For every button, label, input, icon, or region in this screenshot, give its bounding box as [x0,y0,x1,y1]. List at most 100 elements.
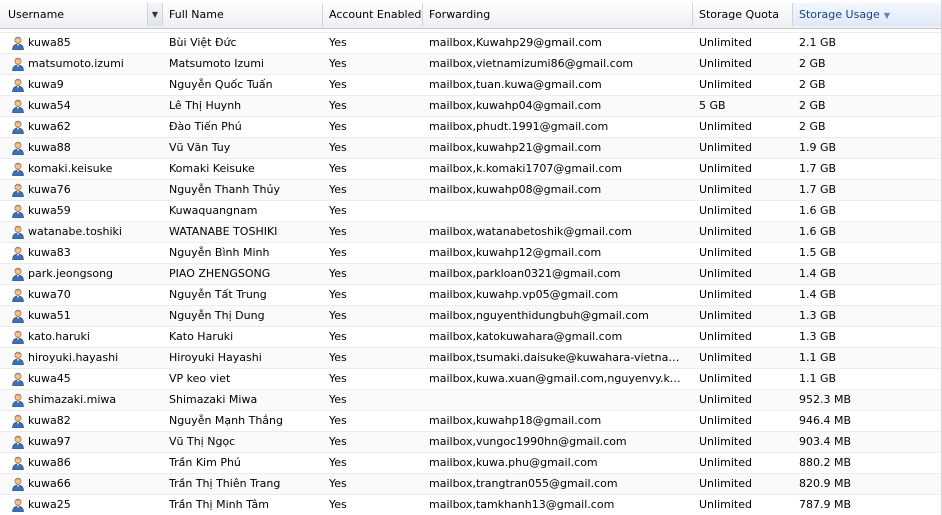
table-row[interactable]: komaki.keisuke Komaki Keisuke Yes mailbox,k… [0,159,942,180]
column-header-forwarding[interactable]: Forwarding [423,3,693,26]
cell-full-name: Nguyễn Bình Minh [169,246,270,259]
table-row[interactable]: kuwa86 Trần Kim Phú Yes mailbox,kuwa.phu@gm… [0,453,942,474]
cell-username: kuwa85 [28,36,71,49]
cell-forwarding: mailbox,kuwa.xuan@gmail.com,nguyenvy.kuw… [429,372,687,385]
cell-full-name: VP keo viet [169,372,231,385]
cell-enabled: Yes [329,372,347,385]
cell-quota: Unlimited [699,225,752,238]
cell-full-name: Kuwaquangnam [169,204,258,217]
cell-usage: 946.4 MB [799,414,852,427]
cell-enabled: Yes [329,498,347,511]
cell-full-name: Trần Thị Minh Tâm [169,498,269,511]
cell-quota: Unlimited [699,204,752,217]
user-icon [11,435,25,449]
cell-enabled: Yes [329,141,347,154]
cell-usage: 1.1 GB [799,372,837,385]
table-row[interactable]: matsumoto.izumi Matsumoto Izumi Yes mailbox… [0,54,942,75]
table-row[interactable]: kuwa82 Nguyễn Mạnh Thắng Yes mailbox,kuwahp… [0,411,942,432]
user-icon [11,246,25,260]
column-header-storage-usage[interactable]: Storage Usage ▼ [793,3,941,26]
user-icon [11,330,25,344]
cell-enabled: Yes [329,183,347,196]
cell-username: kuwa45 [28,372,71,385]
sort-descending-icon: ▼ [883,11,890,20]
cell-usage: 2 GB [799,57,826,70]
cell-usage: 1.9 GB [799,141,837,154]
cell-quota: Unlimited [699,57,752,70]
cell-usage: 1.4 GB [799,267,837,280]
cell-forwarding: mailbox,trangtran055@gmail.com [429,477,618,490]
table-row[interactable]: kuwa9 Nguyễn Quốc Tuấn Yes mailbox,tuan.kuw… [0,75,942,96]
table-row[interactable]: kuwa76 Nguyễn Thanh Thủy Yes mailbox,kuwahp… [0,180,942,201]
table-row[interactable]: kuwa66 Trần Thị Thiên Trang Yes mailbox,tra… [0,474,942,495]
column-header-full-name[interactable]: Full Name [163,3,323,26]
cell-username: shimazaki.miwa [28,393,117,406]
cell-forwarding: mailbox,kuwahp.vp05@gmail.com [429,288,619,301]
column-header-label: Storage Usage [799,8,880,21]
column-header-username[interactable]: Username ▼ [2,3,163,26]
cell-usage: 952.3 MB [799,393,852,406]
table-row[interactable]: kuwa88 Vũ Văn Tuy Yes mailbox,kuwahp21@gmai… [0,138,942,159]
cell-full-name: Nguyễn Quốc Tuấn [169,78,273,91]
cell-enabled: Yes [329,267,347,280]
cell-full-name: Nguyễn Thị Dung [169,309,265,322]
cell-full-name: Nguyễn Tất Trung [169,288,267,301]
cell-full-name: Vũ Thị Ngọc [169,435,236,448]
cell-forwarding: mailbox,tsumaki.daisuke@kuwahara-vietnam… [429,351,687,364]
table-row[interactable]: kuwa45 VP keo viet Yes mailbox,kuwa.xuan@gm… [0,369,942,390]
cell-forwarding: mailbox,tamkhanh13@gmail.com [429,498,615,511]
table-row[interactable]: kuwa70 Nguyễn Tất Trung Yes mailbox,kuwahp.… [0,285,942,306]
user-icon [11,36,25,50]
table-row[interactable]: watanabe.toshiki WATANABE TOSHIKI Yes mailb… [0,222,942,243]
table-row[interactable]: shimazaki.miwa Shimazaki Miwa Yes Unlimited… [0,390,942,411]
table-row[interactable]: kuwa25 Trần Thị Minh Tâm Yes mailbox,tamkha… [0,495,942,515]
user-icon [11,498,25,512]
table-row[interactable]: kuwa59 Kuwaquangnam Yes Unlimited 1.6 GB [0,201,942,222]
cell-forwarding: mailbox,kuwahp18@gmail.com [429,414,602,427]
table-row[interactable]: kuwa62 Đào Tiến Phú Yes mailbox,phudt.1991@… [0,117,942,138]
user-icon [11,372,25,386]
user-icon [11,456,25,470]
table-row[interactable]: kuwa51 Nguyễn Thị Dung Yes mailbox,nguyenth… [0,306,942,327]
cell-enabled: Yes [329,414,347,427]
column-header-label: Full Name [169,8,224,21]
cell-usage: 1.6 GB [799,204,837,217]
column-header-account-enabled[interactable]: Account Enabled [323,3,423,26]
cell-usage: 903.4 MB [799,435,852,448]
cell-forwarding: mailbox,kuwahp08@gmail.com [429,183,602,196]
user-icon [11,204,25,218]
cell-quota: Unlimited [699,288,752,301]
table-row[interactable]: kuwa97 Vũ Thị Ngọc Yes mailbox,vungoc1990hn… [0,432,942,453]
grid-body[interactable]: kuwa85 Bùi Việt Đức Yes mailbox,Kuwahp29@gm… [0,29,942,515]
cell-usage: 1.7 GB [799,162,837,175]
column-header-storage-quota[interactable]: Storage Quota [693,3,793,26]
table-row[interactable]: kuwa83 Nguyễn Bình Minh Yes mailbox,kuwahp1… [0,243,942,264]
cell-username: kuwa62 [28,120,71,133]
cell-enabled: Yes [329,57,347,70]
user-icon [11,78,25,92]
cell-forwarding: mailbox,phudt.1991@gmail.com [429,120,609,133]
cell-quota: Unlimited [699,351,752,364]
table-row[interactable]: kuwa85 Bùi Việt Đức Yes mailbox,Kuwahp29@gm… [0,33,942,54]
cell-quota: Unlimited [699,120,752,133]
cell-username: komaki.keisuke [28,162,113,175]
cell-enabled: Yes [329,477,347,490]
table-row[interactable]: park.jeongsong PIAO ZHENGSONG Yes mailbox,p… [0,264,942,285]
cell-full-name: Nguyễn Mạnh Thắng [169,414,283,427]
cell-usage: 820.9 MB [799,477,852,490]
cell-forwarding: mailbox,watanabetoshik@gmail.com [429,225,632,238]
cell-enabled: Yes [329,288,347,301]
chevron-down-icon[interactable]: ▼ [147,3,162,26]
cell-usage: 1.3 GB [799,330,837,343]
table-row[interactable]: kuwa54 Lê Thị Huynh Yes mailbox,kuwahp04@gm… [0,96,942,117]
cell-username: kuwa9 [28,78,64,91]
cell-enabled: Yes [329,330,347,343]
cell-full-name: Trần Kim Phú [169,456,241,469]
table-row[interactable]: hiroyuki.hayashi Hiroyuki Hayashi Yes mailb… [0,348,942,369]
cell-usage: 880.2 MB [799,456,852,469]
table-row[interactable]: kato.haruki Kato Haruki Yes mailbox,katokuw… [0,327,942,348]
cell-full-name: Nguyễn Thanh Thủy [169,183,280,196]
cell-usage: 1.1 GB [799,351,837,364]
cell-username: kuwa97 [28,435,71,448]
cell-enabled: Yes [329,204,347,217]
